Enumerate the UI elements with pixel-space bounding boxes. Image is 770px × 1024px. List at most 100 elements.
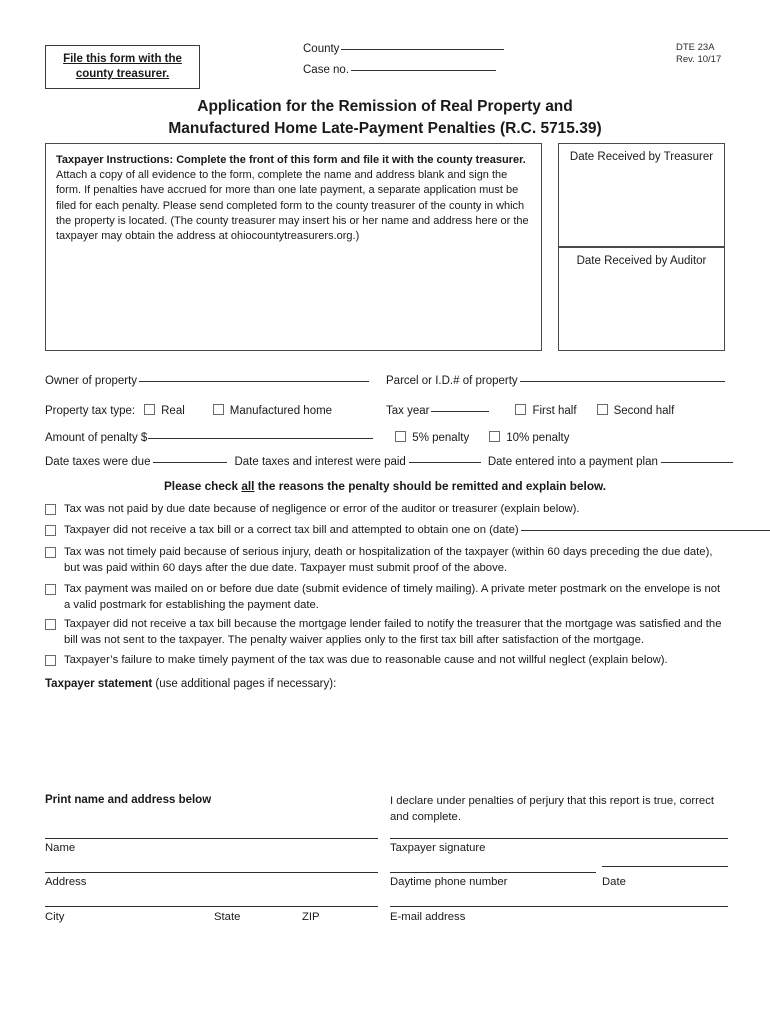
reason-item-3[interactable]: Tax was not timely paid because of serio… xyxy=(45,545,728,576)
reason-checkbox-3[interactable] xyxy=(45,547,56,558)
page-title-line2: Manufactured Home Late-Payment Penalties… xyxy=(168,120,602,137)
taxpayer-signature-line[interactable] xyxy=(390,838,728,839)
checkbox-manufactured-home-label: Manufactured home xyxy=(229,405,333,417)
reason-label-1: Tax was not paid by due date because of … xyxy=(64,503,580,515)
parcel-id-label: Parcel or I.D.# of property xyxy=(386,375,518,387)
date-label: Date xyxy=(602,876,626,888)
print-name-address-heading: Print name and address below xyxy=(45,794,212,806)
name-label: Name xyxy=(45,842,76,854)
reason-checkbox-6[interactable] xyxy=(45,655,56,666)
name-line[interactable] xyxy=(45,838,378,839)
checkbox-second-half-label: Second half xyxy=(613,405,675,417)
tax-year-input-line[interactable] xyxy=(431,411,490,412)
county-input-line[interactable] xyxy=(341,49,505,50)
check-note-after: the reasons the penalty should be remitt… xyxy=(254,479,607,493)
reason-label-3: Tax was not timely paid because of serio… xyxy=(64,546,713,574)
email-label: E-mail address xyxy=(390,911,466,923)
email-line[interactable] xyxy=(390,906,728,907)
amount-of-penalty-row: Amount of penalty $ 5% penalty 10% penal… xyxy=(45,430,570,444)
checkbox-5-percent-penalty-label: 5% penalty xyxy=(412,432,470,444)
date-payment-plan-label: Date entered into a payment plan xyxy=(487,456,658,468)
reason-label-4: Tax payment was mailed on or before due … xyxy=(64,583,721,611)
property-tax-type-row: Property tax type: Real Manufactured hom… xyxy=(45,403,332,417)
city-state-zip-line[interactable] xyxy=(45,906,378,907)
checkbox-manufactured-home[interactable] xyxy=(212,404,224,415)
case-no-input-line[interactable] xyxy=(351,70,497,71)
reason-item-5[interactable]: Taxpayer did not receive a tax bill beca… xyxy=(45,617,728,648)
reason-2-date-input-line[interactable] xyxy=(520,530,770,531)
address-line[interactable] xyxy=(45,872,378,873)
reason-checkbox-5[interactable] xyxy=(45,619,56,630)
checkbox-real-label: Real xyxy=(161,405,185,417)
date-taxes-due-input-line[interactable] xyxy=(153,462,228,463)
taxpayer-instructions-lead: Taxpayer Instructions: Complete the fron… xyxy=(56,154,526,166)
form-page: File this form with the county treasurer… xyxy=(0,0,770,1024)
reason-checkbox-2[interactable] xyxy=(45,525,56,536)
date-taxes-paid-input-line[interactable] xyxy=(408,462,481,463)
checkbox-real[interactable] xyxy=(144,404,156,415)
reason-label-5: Taxpayer did not receive a tax bill beca… xyxy=(64,618,722,646)
date-received-treasurer-box[interactable]: Date Received by Treasurer xyxy=(558,143,725,247)
county-label: County xyxy=(303,43,340,55)
taxpayer-statement-bold: Taxpayer statement xyxy=(45,678,153,690)
taxpayer-signature-label: Taxpayer signature xyxy=(390,842,486,854)
reason-checkbox-4[interactable] xyxy=(45,584,56,595)
reason-checkbox-1[interactable] xyxy=(45,504,56,515)
taxpayer-statement-area[interactable] xyxy=(45,698,728,784)
amount-of-penalty-label: Amount of penalty $ xyxy=(45,432,148,444)
file-instruction-box: File this form with the county treasurer… xyxy=(45,45,200,89)
address-label: Address xyxy=(45,876,87,888)
reason-label-2-text: Taxpayer did not receive a tax bill or a… xyxy=(64,524,519,536)
file-instruction-line2: county treasurer. xyxy=(75,68,170,80)
reason-item-6[interactable]: Taxpayer’s failure to make timely paymen… xyxy=(45,653,728,669)
reason-label-6: Taxpayer’s failure to make timely paymen… xyxy=(64,654,668,666)
date-taxes-paid-label: Date taxes and interest were paid xyxy=(234,456,406,468)
checkbox-first-half-label: First half xyxy=(532,405,577,417)
taxpayer-instructions-text: Taxpayer Instructions: Complete the fron… xyxy=(56,153,531,244)
check-all-reasons-note: Please check all the reasons the penalty… xyxy=(0,479,770,493)
daytime-phone-line[interactable] xyxy=(390,872,596,873)
date-payment-plan-input-line[interactable] xyxy=(660,462,733,463)
tax-year-label: Tax year xyxy=(386,405,430,417)
page-title-line1: Application for the Remission of Real Pr… xyxy=(197,98,573,115)
check-note-emphasis: all xyxy=(241,479,255,493)
checkbox-10-percent-penalty-label: 10% penalty xyxy=(506,432,570,444)
daytime-phone-label: Daytime phone number xyxy=(390,876,508,888)
form-meta: DTE 23A Rev. 10/17 xyxy=(676,42,721,66)
form-number: DTE 23A xyxy=(676,42,715,53)
page-title: Application for the Remission of Real Pr… xyxy=(0,96,770,140)
checkbox-5-percent-penalty[interactable] xyxy=(395,431,407,442)
city-label: City xyxy=(45,911,65,923)
date-received-treasurer-label: Date Received by Treasurer xyxy=(569,151,714,163)
perjury-declaration: I declare under penalties of perjury tha… xyxy=(390,795,715,823)
checkbox-second-half[interactable] xyxy=(596,404,608,415)
owner-of-property-row: Owner of property xyxy=(45,375,370,387)
amount-of-penalty-input-line[interactable] xyxy=(148,438,374,439)
zip-label: ZIP xyxy=(302,911,320,923)
taxpayer-statement-heading: Taxpayer statement (use additional pages… xyxy=(45,678,336,690)
reason-item-2[interactable]: Taxpayer did not receive a tax bill or a… xyxy=(45,523,770,539)
county-field-row: County xyxy=(303,43,505,55)
case-no-field-row: Case no. xyxy=(303,64,497,76)
checkbox-10-percent-penalty[interactable] xyxy=(489,431,501,442)
form-revision: Rev. 10/17 xyxy=(676,54,722,65)
date-line[interactable] xyxy=(602,866,728,867)
taxpayer-statement-rest: (use additional pages if necessary): xyxy=(152,678,337,690)
property-tax-type-label: Property tax type: xyxy=(45,405,136,417)
reason-item-4[interactable]: Tax payment was mailed on or before due … xyxy=(45,582,728,613)
dates-row: Date taxes were due Date taxes and inter… xyxy=(45,456,733,468)
reason-item-1[interactable]: Tax was not paid by due date because of … xyxy=(45,502,728,518)
date-received-auditor-box[interactable]: Date Received by Auditor xyxy=(558,247,725,351)
parcel-id-input-line[interactable] xyxy=(519,381,725,382)
reason-label-2: Taxpayer did not receive a tax bill or a… xyxy=(64,523,770,539)
owner-of-property-input-line[interactable] xyxy=(139,381,370,382)
date-received-auditor-label: Date Received by Auditor xyxy=(576,255,707,267)
tax-year-row: Tax year First half Second half xyxy=(386,403,674,417)
taxpayer-instructions-body: Attach a copy of all evidence to the for… xyxy=(56,169,529,243)
parcel-id-row: Parcel or I.D.# of property xyxy=(386,375,725,387)
checkbox-first-half[interactable] xyxy=(515,404,527,415)
check-note-before: Please check xyxy=(163,479,242,493)
state-label: State xyxy=(214,911,241,923)
date-taxes-due-label: Date taxes were due xyxy=(45,456,151,468)
owner-of-property-label: Owner of property xyxy=(45,375,138,387)
